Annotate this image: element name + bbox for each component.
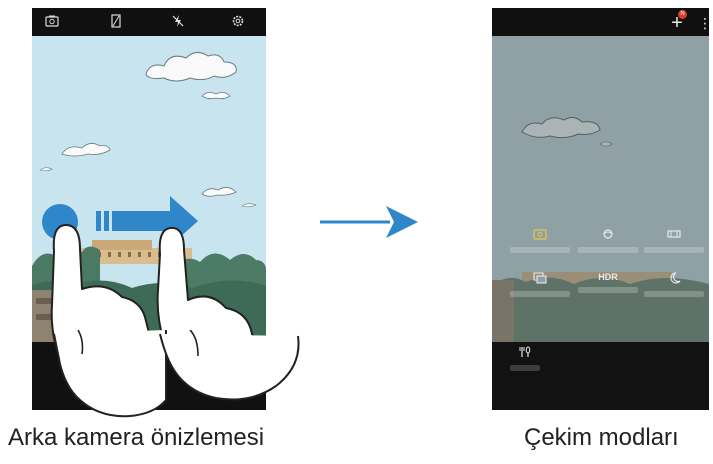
mode-label — [510, 291, 570, 297]
settings-icon[interactable] — [230, 14, 246, 30]
mode-label — [510, 247, 570, 253]
mode-label — [644, 247, 704, 253]
mode-panorama[interactable] — [644, 228, 704, 253]
transition-arrow-icon — [320, 206, 418, 238]
camera-top-bar — [32, 8, 266, 36]
camera-viewfinder-dimmed: HDR — [492, 36, 709, 342]
mode-label — [578, 287, 638, 293]
caption-left: Arka kamera önizlemesi — [8, 424, 265, 451]
hands-overlay — [53, 330, 300, 418]
caption-right: Çekim modları — [524, 424, 679, 451]
panorama-icon — [667, 230, 681, 243]
more-options-icon[interactable]: ⋮ — [698, 14, 709, 32]
auto-camera-icon — [533, 229, 547, 243]
hdr-icon: HDR — [598, 272, 618, 282]
burst-icon — [533, 272, 547, 287]
panorama-cube-icon — [601, 229, 615, 243]
mode-auto[interactable] — [510, 228, 570, 253]
mode-food[interactable] — [510, 346, 540, 371]
camera-viewfinder[interactable] — [32, 36, 266, 342]
mode-burst[interactable] — [510, 272, 570, 297]
modes-bottom-area — [492, 342, 709, 410]
mode-label — [578, 247, 638, 253]
filter-icon[interactable] — [108, 14, 124, 30]
shooting-modes-screen: + N ⋮ HDR — [492, 8, 709, 410]
flash-off-icon[interactable] — [170, 14, 186, 30]
mode-hdr[interactable]: HDR — [578, 272, 638, 293]
food-icon — [518, 346, 532, 361]
mode-panorama-cube[interactable] — [578, 228, 638, 253]
mode-label — [510, 365, 540, 371]
night-icon — [667, 272, 681, 287]
mode-label — [644, 291, 704, 297]
viewfinder-scene — [32, 52, 266, 342]
camera-switch-icon[interactable] — [44, 14, 60, 30]
new-badge: N — [678, 10, 687, 19]
mode-night[interactable] — [644, 272, 704, 297]
